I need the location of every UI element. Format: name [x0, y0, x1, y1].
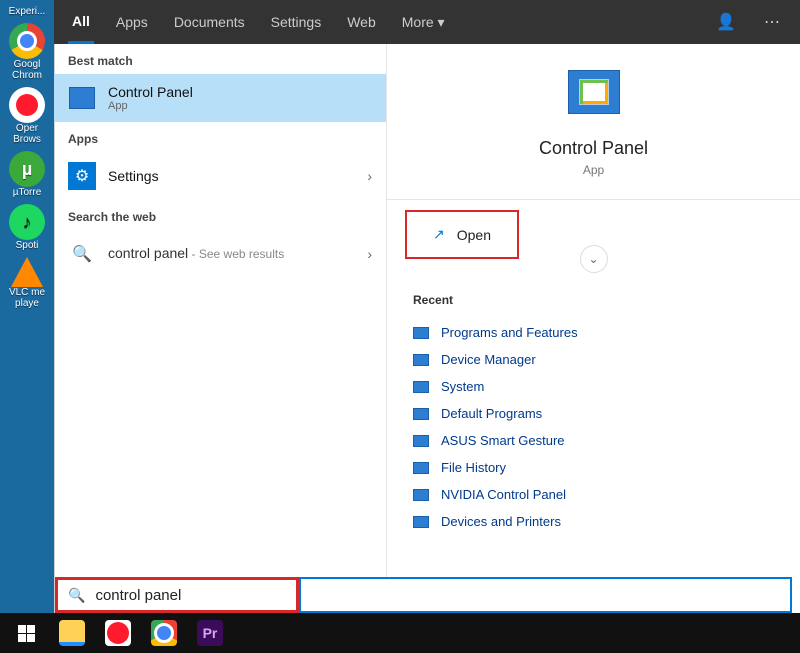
chrome-icon — [9, 23, 45, 59]
control-panel-icon — [413, 516, 429, 528]
chevron-right-icon: › — [367, 168, 372, 184]
opera-icon — [9, 87, 45, 123]
desktop-shortcut-vlc[interactable]: VLC me playe — [2, 255, 52, 311]
tab-more[interactable]: More ▾ — [398, 0, 449, 44]
spotify-icon: ♪ — [9, 204, 45, 240]
taskbar-opera[interactable] — [96, 613, 140, 653]
apps-header: Apps — [54, 122, 386, 152]
feedback-icon[interactable]: 👤 — [712, 12, 740, 32]
preview-subtitle: App — [583, 163, 604, 177]
control-panel-icon — [413, 354, 429, 366]
recent-item[interactable]: System — [413, 373, 774, 400]
web-query: control panel — [108, 245, 188, 261]
search-input[interactable] — [95, 587, 286, 604]
gear-icon: ⚙ — [68, 162, 96, 190]
control-panel-icon — [413, 381, 429, 393]
preview-hero: Control Panel App — [387, 70, 800, 200]
recent-item[interactable]: File History — [413, 454, 774, 481]
desktop-label: Spoti — [16, 240, 39, 251]
tab-web[interactable]: Web — [343, 0, 380, 44]
desktop-shortcut-spotify[interactable]: ♪ Spoti — [2, 202, 52, 253]
search-scope-tabs: All Apps Documents Settings Web More ▾ 👤… — [54, 0, 800, 44]
desktop-label: VLC me playe — [9, 287, 45, 309]
result-title: Control Panel — [108, 84, 193, 100]
result-settings[interactable]: ⚙ Settings › — [54, 152, 386, 200]
taskbar: Pr — [0, 613, 800, 653]
tab-documents[interactable]: Documents — [170, 0, 249, 44]
chevron-right-icon: › — [367, 246, 372, 262]
chrome-icon — [151, 620, 177, 646]
control-panel-icon — [68, 84, 96, 112]
search-box[interactable]: 🔍 — [55, 577, 299, 613]
chevron-down-icon: ⌄ — [580, 245, 608, 273]
search-icon: 🔍 — [68, 587, 85, 604]
more-options-icon[interactable]: ⋯ — [758, 12, 786, 32]
taskbar-premiere[interactable]: Pr — [188, 613, 232, 653]
file-explorer-icon — [59, 620, 85, 646]
preview-pane: Control Panel App ↗ Open ⌄ Recent Progra… — [387, 44, 800, 613]
control-panel-icon — [413, 489, 429, 501]
open-icon: ↗ — [433, 226, 445, 243]
desktop: Experi... Googl Chrom Oper Brows µ µTorr… — [0, 0, 54, 613]
desktop-label: Googl Chrom — [12, 59, 42, 81]
tab-settings[interactable]: Settings — [267, 0, 326, 44]
control-panel-icon — [413, 435, 429, 447]
recent-item[interactable]: Device Manager — [413, 346, 774, 373]
preview-title: Control Panel — [539, 138, 648, 159]
desktop-shortcut-experi[interactable]: Experi... — [2, 4, 52, 19]
search-flyout: All Apps Documents Settings Web More ▾ 👤… — [54, 0, 800, 613]
recent-item[interactable]: Default Programs — [413, 400, 774, 427]
result-control-panel[interactable]: Control Panel App — [54, 74, 386, 122]
control-panel-icon — [413, 462, 429, 474]
desktop-label: Experi... — [9, 6, 46, 17]
vlc-icon — [11, 257, 43, 287]
windows-icon — [18, 625, 35, 642]
tab-apps[interactable]: Apps — [112, 0, 152, 44]
web-hint: - See web results — [188, 247, 284, 261]
recent-section: Recent Programs and Features Device Mana… — [387, 273, 800, 541]
recent-item[interactable]: Devices and Printers — [413, 508, 774, 535]
premiere-icon: Pr — [197, 620, 223, 646]
control-panel-icon — [568, 70, 620, 114]
control-panel-icon — [413, 408, 429, 420]
desktop-shortcut-utorrent[interactable]: µ µTorre — [2, 149, 52, 200]
taskbar-chrome[interactable] — [142, 613, 186, 653]
result-title: Settings — [108, 168, 159, 184]
recent-item[interactable]: Programs and Features — [413, 319, 774, 346]
recent-header: Recent — [413, 293, 774, 307]
open-label: Open — [457, 227, 491, 243]
desktop-shortcut-opera[interactable]: Oper Brows — [2, 85, 52, 147]
expand-toggle[interactable]: ⌄ — [387, 245, 800, 273]
desktop-label: µTorre — [13, 187, 42, 198]
results-pane: Best match Control Panel App Apps ⚙ Sett… — [54, 44, 387, 613]
control-panel-icon — [413, 327, 429, 339]
best-match-header: Best match — [54, 44, 386, 74]
tab-all[interactable]: All — [68, 0, 94, 44]
result-subtitle: App — [108, 100, 193, 112]
utorrent-icon: µ — [9, 151, 45, 187]
search-icon: 🔍 — [68, 240, 96, 268]
web-header: Search the web — [54, 200, 386, 230]
recent-item[interactable]: ASUS Smart Gesture — [413, 427, 774, 454]
taskbar-file-explorer[interactable] — [50, 613, 94, 653]
result-web-search[interactable]: 🔍 control panel - See web results › — [54, 230, 386, 278]
opera-icon — [105, 620, 131, 646]
recent-item[interactable]: NVIDIA Control Panel — [413, 481, 774, 508]
start-button[interactable] — [4, 613, 48, 653]
desktop-shortcut-chrome[interactable]: Googl Chrom — [2, 21, 52, 83]
desktop-label: Oper Brows — [13, 123, 41, 145]
search-box-extension[interactable] — [299, 577, 792, 613]
